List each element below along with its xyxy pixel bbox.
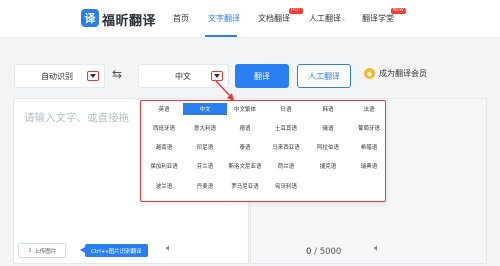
upload-label: 上传图片 — [34, 248, 57, 255]
char-counter: 0 / 5000 — [306, 247, 341, 257]
language-option[interactable]: 捷克语 — [306, 160, 350, 172]
active-tab-indicator — [205, 35, 237, 37]
language-option[interactable]: 丹麦语 — [183, 180, 227, 192]
top-header: 译 福昕翻译 首页 文字翻译 文档翻译 HOT 人工翻译⌄ 翻译学堂 NEW — [0, 0, 500, 38]
swap-languages-icon[interactable]: ⇆ — [112, 67, 122, 81]
language-option[interactable]: 斯洛文尼亚语 — [223, 160, 267, 172]
language-option[interactable]: 意大利语 — [183, 122, 227, 134]
source-placeholder: 请输入文字、或直接拖 — [24, 112, 129, 124]
source-language-select[interactable]: 自动识别 — [14, 64, 105, 88]
language-option[interactable]: 阿拉伯语 — [306, 141, 350, 153]
language-option[interactable]: 英语 — [142, 103, 186, 115]
new-badge: NEW — [391, 8, 406, 14]
member-label: 成为翻译会员 — [379, 69, 427, 78]
language-option[interactable]: 印尼语 — [183, 141, 227, 153]
source-language-label: 自动识别 — [41, 72, 73, 81]
language-option[interactable]: 保加利亚语 — [142, 160, 186, 172]
chevron-down-icon: ⌄ — [341, 16, 347, 23]
logo-icon[interactable]: 译 — [81, 9, 99, 27]
become-member-link[interactable]: ◆ 成为翻译会员 — [364, 68, 427, 79]
language-option[interactable]: 芬兰语 — [183, 160, 227, 172]
language-option[interactable]: 波兰语 — [142, 180, 186, 192]
language-option[interactable]: 葡萄牙语 — [347, 122, 391, 134]
nav-academy[interactable]: 翻译学堂 — [362, 13, 394, 24]
language-option[interactable]: 瑞典语 — [347, 160, 391, 172]
language-dropdown: 英语 中文 中文繁体 日语 韩语 法语 西班牙语 意大利语 德语 土耳其语 俄语 葡萄牙语 越南语 印尼语… — [140, 100, 386, 202]
nav-doc-translate[interactable]: 文档翻译 — [258, 13, 290, 24]
language-option[interactable]: 日语 — [264, 103, 308, 115]
char-count: 0 — [306, 247, 312, 257]
human-translate-button[interactable]: 人工翻译 — [297, 64, 351, 88]
upload-image-button[interactable]: ⇪ 上传图片 — [18, 243, 66, 258]
language-option[interactable]: 俄语 — [306, 122, 350, 134]
nav-human-translate-label: 人工翻译 — [309, 14, 341, 23]
language-option[interactable]: 越南语 — [142, 141, 186, 153]
language-option[interactable]: 中文繁体 — [223, 103, 267, 115]
char-max: / 5000 — [314, 247, 342, 257]
language-option[interactable]: 罗马尼亚语 — [223, 180, 267, 192]
logo-text[interactable]: 福昕翻译 — [102, 10, 156, 29]
translate-button[interactable]: 翻译 — [235, 64, 289, 88]
language-option[interactable]: 土耳其语 — [264, 122, 308, 134]
speaker-icon[interactable]: 🔈︎ — [374, 243, 380, 254]
vip-diamond-icon: ◆ — [364, 68, 375, 79]
language-option[interactable]: 韩语 — [306, 103, 350, 115]
hot-badge: HOT — [289, 8, 303, 14]
target-language-label: 中文 — [175, 72, 191, 81]
speaker-icon[interactable]: 🔈︎ — [166, 243, 172, 254]
nav-home[interactable]: 首页 — [173, 13, 189, 24]
language-option[interactable]: 德语 — [223, 122, 267, 134]
language-option[interactable]: 泰语 — [223, 141, 267, 153]
language-option[interactable]: 荷兰语 — [264, 160, 308, 172]
language-option[interactable]: 法语 — [347, 103, 391, 115]
language-option[interactable]: 匈牙利语 — [264, 180, 308, 192]
nav-human-translate[interactable]: 人工翻译⌄ — [309, 13, 346, 24]
language-option[interactable]: 西班牙语 — [142, 122, 186, 134]
language-option[interactable]: 希腊语 — [347, 141, 391, 153]
upload-icon: ⇪ — [27, 247, 33, 254]
language-option[interactable]: 马来西亚语 — [264, 141, 308, 153]
source-dropdown-caret-icon[interactable] — [87, 71, 99, 81]
nav-text-translate[interactable]: 文字翻译 — [208, 13, 240, 24]
ocr-paste-hint: Ctrl+v图片识别翻译 — [80, 244, 148, 257]
language-option[interactable]: 中文 — [183, 103, 227, 115]
